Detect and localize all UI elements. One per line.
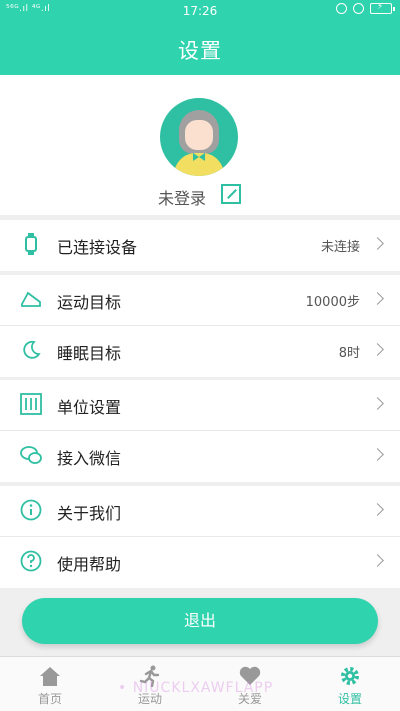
status-bar: ⁵⁶ᴳ.ıl ⁴ᴳ.ıl 17:26 ⚡ (0, 0, 400, 22)
goals-group: 运动目标 10000步 睡眠目标 8时 (0, 275, 400, 377)
device-group: 已连接设备 未连接 (0, 220, 400, 271)
row-unit-settings[interactable]: 单位设置 (0, 380, 400, 431)
row-label: 睡眠目标 (57, 344, 122, 363)
settings-group: 单位设置 接入微信 (0, 380, 400, 482)
chevron-right-icon (371, 448, 384, 461)
chevron-right-icon (371, 237, 384, 250)
row-value: 8时 (338, 346, 360, 361)
row-label: 使用帮助 (57, 555, 122, 574)
row-connect-wechat[interactable]: 接入微信 (0, 431, 400, 482)
avatar-face (185, 120, 213, 150)
row-about-us[interactable]: 关于我们 (0, 486, 400, 537)
chevron-right-icon (371, 292, 384, 305)
row-value: 10000步 (305, 295, 360, 310)
logout-button[interactable]: 退出 (22, 598, 378, 644)
tab-home[interactable]: 首页 (0, 657, 100, 711)
profile-section: 未登录 (0, 75, 400, 215)
help-icon (20, 550, 42, 572)
row-sleep-goal[interactable]: 睡眠目标 8时 (0, 326, 400, 377)
chevron-right-icon (371, 503, 384, 516)
chevron-right-icon (371, 554, 384, 567)
sliders-icon (20, 393, 42, 415)
tab-label: 首页 (37, 692, 62, 706)
home-icon (40, 667, 60, 686)
row-label: 单位设置 (57, 398, 122, 417)
row-label: 运动目标 (57, 293, 122, 312)
status-icons: ⚡ (336, 2, 395, 14)
battery-icon: ⚡ (370, 2, 395, 14)
about-group: 关于我们 使用帮助 (0, 486, 400, 588)
row-label: 已连接设备 (57, 238, 138, 257)
moon-icon (23, 340, 41, 359)
row-help[interactable]: 使用帮助 (0, 537, 400, 588)
avatar-body (174, 153, 224, 176)
alarm-icon (353, 3, 364, 14)
login-status[interactable]: 未登录 (158, 185, 206, 209)
row-exercise-goal[interactable]: 运动目标 10000步 (0, 275, 400, 326)
row-label: 接入微信 (57, 449, 122, 468)
lock-rotation-icon (336, 3, 347, 14)
tab-settings[interactable]: 设置 (300, 657, 400, 711)
wechat-icon (20, 446, 42, 464)
page-title: 设置 (178, 39, 222, 63)
edit-icon[interactable] (221, 184, 241, 204)
info-icon (20, 499, 42, 521)
chevron-right-icon (371, 397, 384, 410)
tab-label: 设置 (337, 692, 362, 706)
avatar[interactable] (160, 98, 238, 176)
row-connected-device[interactable]: 已连接设备 未连接 (0, 220, 400, 271)
title-bar: 设置 (0, 22, 400, 75)
watch-icon (25, 233, 37, 255)
watermark: • NIUCKLXAWFLAPP (118, 680, 274, 696)
row-label: 关于我们 (57, 504, 122, 523)
row-value: 未连接 (320, 240, 360, 255)
chevron-right-icon (371, 343, 384, 356)
gear-icon (341, 667, 359, 685)
running-shoe-icon (21, 291, 41, 307)
